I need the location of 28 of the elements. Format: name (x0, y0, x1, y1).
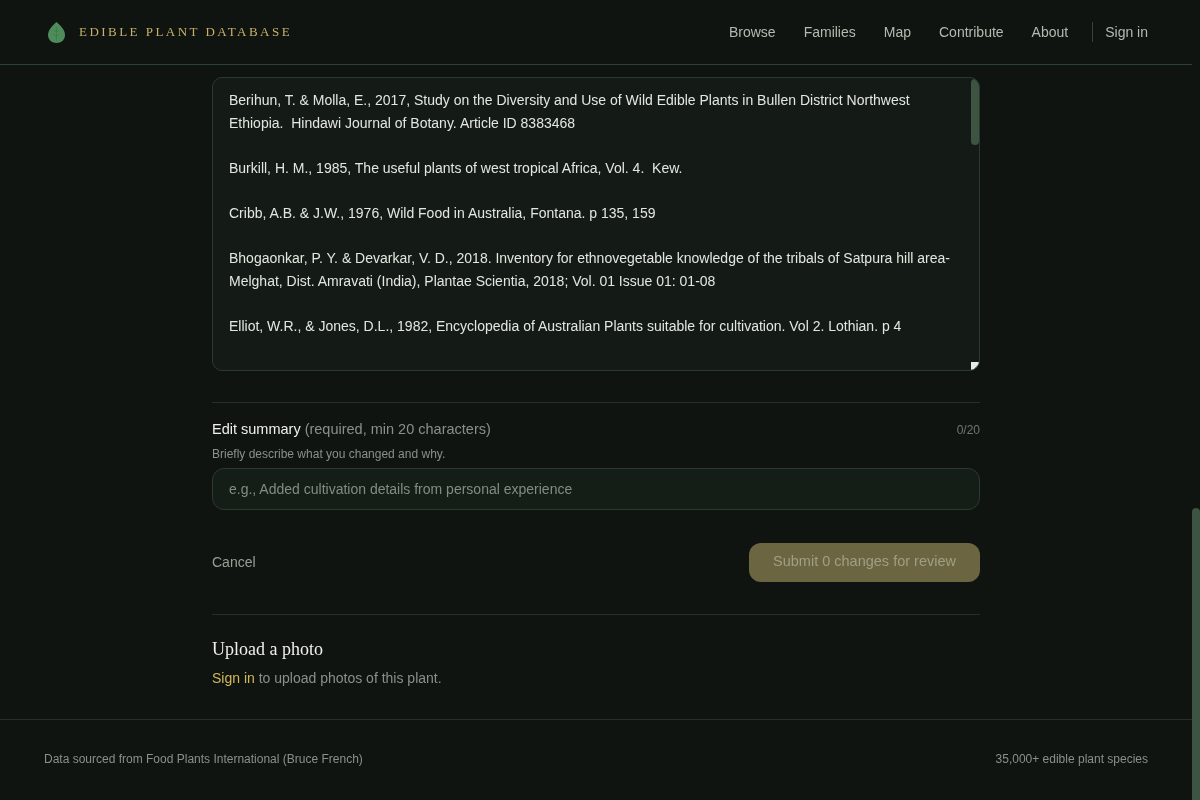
cancel-link[interactable]: Cancel (212, 551, 256, 573)
section-heading: Upload a photo (212, 637, 323, 661)
sign-in-link[interactable]: Sign in (1105, 21, 1148, 43)
nav-link[interactable]: Contribute (939, 21, 1004, 43)
nav-link[interactable]: Browse (728, 21, 776, 43)
reference-entry: Burkill, H. M., 1985, The useful plants of west tropical Africa, Vol. 4. Kew. (229, 159, 684, 178)
character-counter: 0/20 (956, 422, 980, 439)
resize-grip-icon[interactable] (971, 362, 979, 370)
references-field[interactable] (212, 77, 980, 371)
footer-source-text: Data sourced from Food Plants International (Bruce French) (44, 751, 363, 769)
field-label: Edit summary (212, 420, 301, 439)
scrollbar-thumb[interactable] (971, 79, 979, 145)
site-title[interactable]: EDIBLE PLANT DATABASE (79, 22, 293, 42)
sign-in-link[interactable]: Sign in (212, 669, 255, 686)
nav-link[interactable]: Families (803, 21, 856, 43)
edit-summary-input[interactable]: e.g., Added cultivation details from personal experience (212, 467, 980, 510)
reference-entry: Bhogaonkar, P. Y. & Devarkar, V. D., 2018. Inventory for ethnovegetable knowledge of the tribals of Satpura hill area-Melghat, Dist. Amravati (India), Plantae Scientia, 2018; Vol. 01 Issue 01: 01-08 (229, 249, 951, 291)
nav-link[interactable]: About (1031, 21, 1069, 43)
leaf-logo-icon (48, 21, 65, 43)
upload-note: Sign in to upload photos of this plant. (212, 668, 442, 688)
reference-entry: Berihun, T. & Molla, E., 2017, Study on the Diversity and Use of Wild Edible Plants in Bullen District Northwest Ethiopia. Hindawi Journal of Botany. Article ID 8383468 (229, 91, 911, 133)
reference-entry: Elliot, W.R., & Jones, D.L., 1982, Encyclopedia of Australian Plants suitable for cultivation. Vol 2. Lothian. p 4 (229, 317, 903, 336)
reference-entry: Cribb, A.B. & J.W., 1976, Wild Food in Australia, Fontana. p 135, 159 (229, 204, 657, 223)
species-count-text: 35,000+ edible plant species (995, 751, 1148, 769)
help-text: Briefly describe what you changed and why. (212, 445, 446, 463)
page-scrollbar-thumb[interactable] (1192, 508, 1200, 800)
nav-link[interactable]: Map (883, 21, 911, 43)
field-hint: (required, min 20 characters) (304, 420, 491, 439)
